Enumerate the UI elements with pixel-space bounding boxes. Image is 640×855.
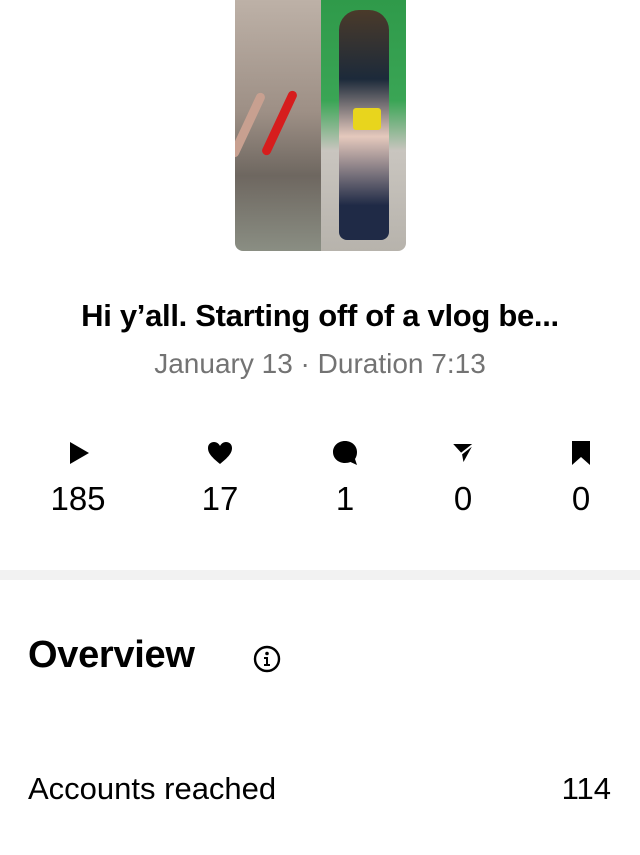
heart-icon [208, 442, 232, 464]
thumbnail-left-frame [235, 0, 321, 251]
stat-plays: 185 [28, 438, 128, 518]
video-thumbnail[interactable] [235, 0, 406, 251]
plays-count: 185 [50, 480, 106, 517]
post-meta: January 13 · Duration 7:13 [154, 348, 486, 379]
share-icon [450, 442, 476, 466]
saves-count: 0 [571, 480, 591, 517]
accounts-reached-label: Accounts reached [28, 771, 277, 806]
overview-heading: Overview [28, 634, 195, 676]
comment-icon [333, 441, 357, 465]
thumbnail-right-frame [321, 0, 406, 251]
comments-count: 1 [335, 480, 355, 517]
post-caption: Hi y’all. Starting off of a vlog be... [81, 298, 559, 333]
stat-saves: 0 [531, 438, 631, 518]
likes-count: 17 [201, 480, 239, 517]
stat-shares: 0 [413, 438, 513, 518]
shares-count: 0 [453, 480, 473, 517]
section-divider [0, 570, 640, 580]
bookmark-icon [572, 441, 590, 465]
play-icon [70, 442, 89, 464]
stat-likes: 17 [170, 438, 270, 518]
accounts-reached-value: 114 [561, 771, 611, 806]
info-icon[interactable] [253, 645, 281, 673]
stat-comments: 1 [295, 438, 395, 518]
